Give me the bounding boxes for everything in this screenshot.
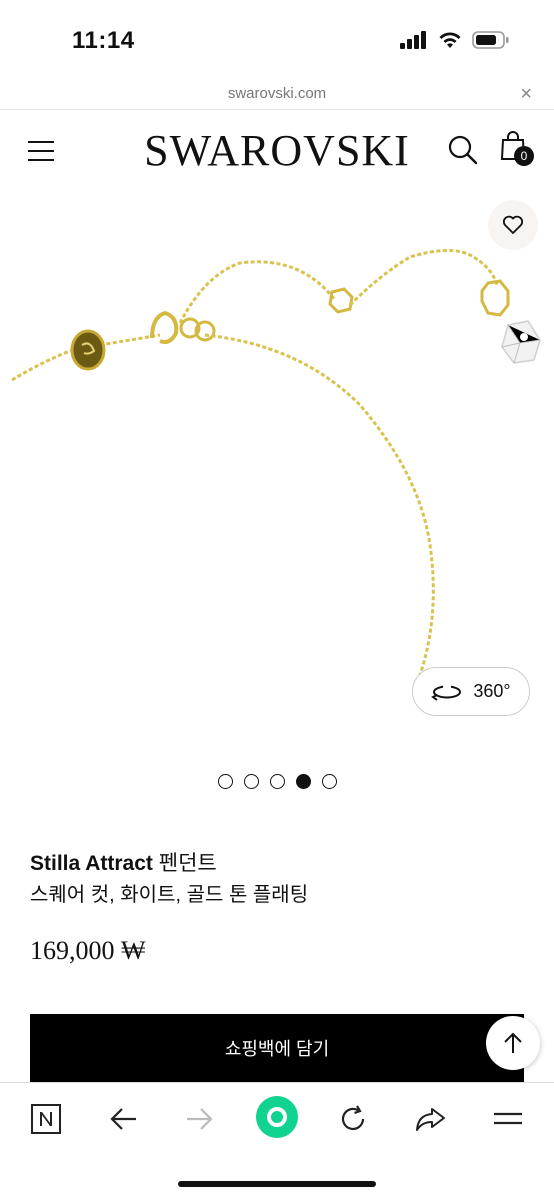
status-bar: 11:14 xyxy=(0,0,554,82)
forward-arrow-icon xyxy=(187,1108,213,1130)
status-time: 11:14 xyxy=(72,27,135,54)
share-button[interactable] xyxy=(410,1099,450,1139)
carousel-dots xyxy=(0,774,554,789)
product-name-latin: Stilla Attract xyxy=(30,852,153,875)
home-indicator xyxy=(178,1181,376,1187)
shopping-bag-button[interactable]: 0 xyxy=(500,131,536,171)
menu-icon xyxy=(494,1112,522,1125)
back-button[interactable] xyxy=(103,1099,143,1139)
arrow-up-icon xyxy=(504,1032,522,1053)
add-to-bag-button[interactable]: 쇼핑백에 담기 xyxy=(30,1014,524,1082)
naver-n-icon xyxy=(31,1104,61,1134)
wifi-icon xyxy=(439,32,461,48)
carousel-dot-3[interactable] xyxy=(269,774,285,789)
carousel-dot-5[interactable] xyxy=(321,774,337,789)
close-icon[interactable]: × xyxy=(520,84,532,104)
view-360-button[interactable]: 360° xyxy=(412,667,530,716)
view-360-label: 360° xyxy=(473,681,511,701)
search-icon[interactable] xyxy=(446,133,480,167)
wishlist-button[interactable] xyxy=(488,200,538,250)
status-icons xyxy=(400,30,510,50)
naver-n-button[interactable] xyxy=(26,1099,66,1139)
carousel-dot-2[interactable] xyxy=(243,774,259,789)
cellular-signal-icon xyxy=(400,31,426,49)
site-header: SWAROVSKI 0 xyxy=(0,111,554,195)
bag-count-badge: 0 xyxy=(514,146,534,166)
scroll-to-top-button[interactable] xyxy=(486,1016,540,1070)
rotate-360-icon xyxy=(431,684,462,701)
product-description: 스퀘어 컷, 화이트, 골드 톤 플래팅 xyxy=(30,884,309,906)
green-home-button[interactable] xyxy=(255,1095,299,1139)
heart-icon xyxy=(502,215,524,234)
forward-button[interactable] xyxy=(180,1099,220,1139)
back-arrow-icon xyxy=(110,1108,136,1130)
green-home-icon xyxy=(256,1096,298,1138)
url-domain[interactable]: swarovski.com xyxy=(0,85,554,102)
share-icon xyxy=(416,1108,445,1131)
product-price: 169,000 ₩ xyxy=(30,936,146,965)
browser-menu-button[interactable] xyxy=(488,1099,528,1139)
carousel-dot-4-active[interactable] xyxy=(295,774,311,789)
product-name-korean: 펜던트 xyxy=(152,852,217,875)
reload-button[interactable] xyxy=(333,1099,373,1139)
product-title: Stilla Attract 펜던트 xyxy=(30,847,217,877)
reload-icon xyxy=(341,1105,365,1131)
carousel-dot-1[interactable] xyxy=(217,774,233,789)
battery-icon xyxy=(472,31,509,49)
url-bar: swarovski.com × xyxy=(0,82,554,110)
